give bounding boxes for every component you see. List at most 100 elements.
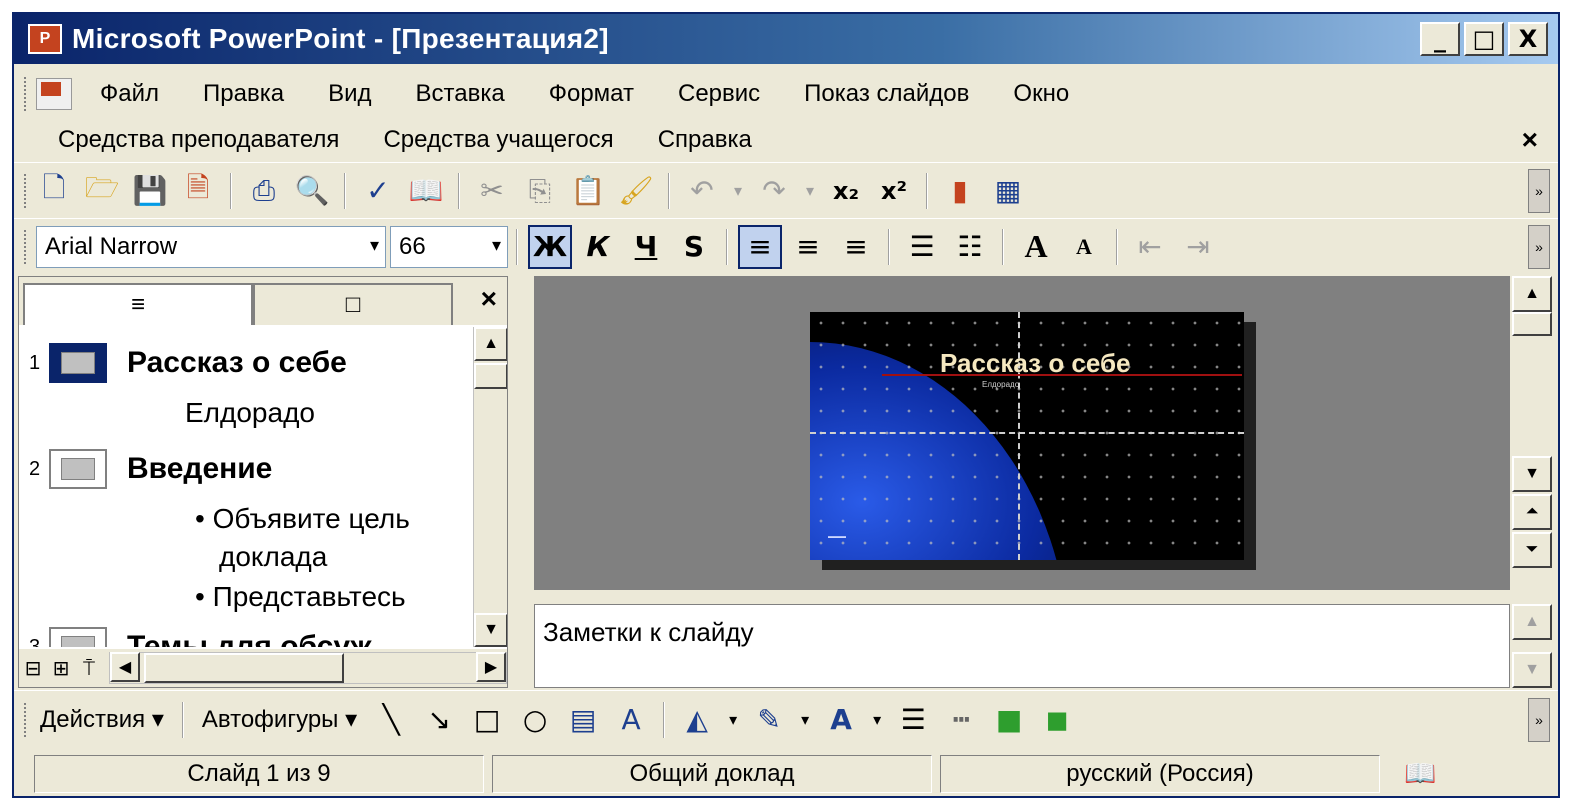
- spelling-icon[interactable]: ✓: [356, 169, 400, 213]
- shadow-style-icon[interactable]: ■: [989, 700, 1029, 740]
- notes-pane[interactable]: Заметки к слайду: [534, 604, 1510, 688]
- chevron-down-icon[interactable]: ▾: [869, 700, 885, 740]
- scroll-up-icon[interactable]: ▲: [1512, 604, 1552, 640]
- slideshow-view-icon[interactable]: ⍑: [75, 654, 103, 682]
- toolbar-options-chevron-icon[interactable]: »: [1528, 697, 1550, 742]
- powerpoint-app-icon[interactable]: P: [28, 24, 62, 54]
- tab-outline[interactable]: ≡: [23, 283, 253, 325]
- fill-color-icon[interactable]: ◭: [677, 700, 717, 740]
- outline-bullet[interactable]: • Представьтесь: [195, 581, 406, 613]
- bullets-icon[interactable]: ☷: [948, 225, 992, 269]
- slide-icon[interactable]: [49, 449, 107, 489]
- numbering-icon[interactable]: ☰: [900, 225, 944, 269]
- line-color-icon[interactable]: ✎: [749, 700, 789, 740]
- menu-grip[interactable]: [24, 77, 30, 111]
- decrease-indent-icon[interactable]: ⇤: [1128, 225, 1172, 269]
- insert-chart-icon[interactable]: ▮: [938, 169, 982, 213]
- formatting-toolbar-grip[interactable]: [24, 229, 30, 264]
- outline-content[interactable]: 1 Рассказ о себе Елдорадо 2 Введение • О…: [19, 327, 475, 647]
- scroll-down-icon[interactable]: ▼: [1512, 456, 1552, 492]
- save-icon[interactable]: 💾: [128, 169, 172, 213]
- oval-tool-icon[interactable]: ○: [515, 700, 555, 740]
- menu-help[interactable]: Справка: [636, 126, 774, 154]
- menu-insert[interactable]: Вставка: [394, 80, 527, 108]
- slide-title[interactable]: Темы для обсуж: [127, 630, 372, 647]
- open-folder-icon[interactable]: 🗁: [80, 169, 124, 213]
- bold-button[interactable]: Ж: [528, 224, 572, 269]
- spelling-status-icon[interactable]: 📖: [1404, 759, 1436, 789]
- font-size-combobox[interactable]: 66 ▾: [390, 225, 508, 268]
- slide-title[interactable]: Введение: [127, 452, 272, 486]
- design-template[interactable]: Общий доклад: [492, 755, 932, 793]
- horizontal-guide[interactable]: [810, 432, 1244, 434]
- copy-icon[interactable]: ⎘: [518, 169, 562, 213]
- scroll-down-icon[interactable]: ▼: [474, 613, 507, 647]
- previous-slide-icon[interactable]: ⏶: [1512, 494, 1552, 530]
- slide-vertical-scrollbar[interactable]: ▲ ▼ ⏶ ⏷: [1512, 276, 1556, 590]
- scroll-thumb[interactable]: [474, 363, 507, 389]
- scroll-thumb[interactable]: [144, 653, 344, 683]
- font-color-icon[interactable]: A: [821, 700, 861, 740]
- arrow-tool-icon[interactable]: ↘: [419, 700, 459, 740]
- slide-icon[interactable]: [49, 627, 107, 647]
- slide-sorter-view-icon[interactable]: ⊞: [47, 654, 75, 682]
- shadow-button[interactable]: S: [672, 225, 716, 269]
- slide-canvas[interactable]: Рассказ о себе Елдорадо ▬▬▬: [810, 312, 1244, 560]
- research-icon[interactable]: 📖: [404, 169, 448, 213]
- font-name-combobox[interactable]: Arial Narrow ▾: [36, 225, 386, 268]
- italic-button[interactable]: К: [576, 225, 620, 269]
- menu-file[interactable]: Файл: [78, 80, 181, 108]
- scroll-right-icon[interactable]: ▶: [476, 652, 506, 682]
- next-slide-icon[interactable]: ⏷: [1512, 532, 1552, 568]
- document-menu-icon[interactable]: [36, 78, 72, 110]
- outline-bullet[interactable]: • Объявите цель: [195, 503, 410, 535]
- rectangle-tool-icon[interactable]: □: [467, 700, 507, 740]
- menu-window[interactable]: Окно: [991, 80, 1091, 108]
- chevron-down-icon[interactable]: ▾: [797, 700, 813, 740]
- 3d-style-icon[interactable]: ◼: [1037, 700, 1077, 740]
- subscript-icon[interactable]: x₂: [824, 169, 868, 213]
- slide-title-text[interactable]: Рассказ о себе: [940, 348, 1131, 379]
- align-right-icon[interactable]: ≡: [834, 225, 878, 269]
- menu-student-tools[interactable]: Средства учащегося: [361, 126, 635, 154]
- scroll-up-icon[interactable]: ▲: [1512, 276, 1552, 312]
- language-indicator[interactable]: русский (Россия): [940, 755, 1380, 793]
- underline-button[interactable]: Ч: [624, 225, 668, 269]
- chevron-down-icon[interactable]: ▾: [492, 235, 501, 256]
- permission-icon[interactable]: 🗎: [176, 169, 220, 213]
- actions-menu-button[interactable]: Действия ▾: [40, 705, 164, 734]
- undo-icon[interactable]: ↶: [680, 169, 724, 213]
- menu-view[interactable]: Вид: [306, 80, 393, 108]
- line-style-icon[interactable]: ☰: [893, 700, 933, 740]
- slide-title[interactable]: Рассказ о себе: [127, 346, 347, 380]
- print-preview-icon[interactable]: 🔍: [290, 169, 334, 213]
- undo-dropdown-icon[interactable]: ▾: [728, 169, 748, 213]
- chevron-down-icon[interactable]: ▾: [725, 700, 741, 740]
- new-document-icon[interactable]: 🗋: [32, 169, 76, 213]
- autoshapes-menu-button[interactable]: Автофигуры ▾: [202, 705, 357, 734]
- line-tool-icon[interactable]: ╲: [371, 700, 411, 740]
- toolbar-options-chevron-icon[interactable]: »: [1528, 224, 1550, 269]
- toolbar-options-chevron-icon[interactable]: »: [1528, 168, 1550, 213]
- normal-view-icon[interactable]: ⊟: [19, 654, 47, 682]
- cut-icon[interactable]: ✂: [470, 169, 514, 213]
- decrease-font-size-button[interactable]: A: [1062, 225, 1106, 269]
- outline-slide-2[interactable]: 2 Введение: [29, 449, 272, 489]
- outline-slide-3[interactable]: 3 Темы для обсуж: [29, 627, 372, 647]
- menu-edit[interactable]: Правка: [181, 80, 306, 108]
- slide-editing-area[interactable]: Рассказ о себе Елдорадо ▬▬▬: [534, 276, 1510, 590]
- minimize-button[interactable]: _: [1420, 22, 1460, 56]
- outline-horizontal-scrollbar[interactable]: ◀ ▶: [109, 652, 507, 684]
- redo-dropdown-icon[interactable]: ▾: [800, 169, 820, 213]
- tab-slides[interactable]: □: [253, 283, 453, 325]
- standard-toolbar-grip[interactable]: [24, 173, 30, 208]
- close-pane-icon[interactable]: ×: [481, 283, 497, 315]
- paste-icon[interactable]: 📋: [566, 169, 610, 213]
- maximize-button[interactable]: □: [1464, 22, 1504, 56]
- menu-close-icon[interactable]: ×: [1522, 124, 1538, 156]
- slide-icon[interactable]: [49, 343, 107, 383]
- superscript-icon[interactable]: x²: [872, 169, 916, 213]
- menu-slideshow[interactable]: Показ слайдов: [782, 80, 991, 108]
- menu-format[interactable]: Формат: [527, 80, 656, 108]
- align-left-icon[interactable]: ≡: [738, 224, 782, 269]
